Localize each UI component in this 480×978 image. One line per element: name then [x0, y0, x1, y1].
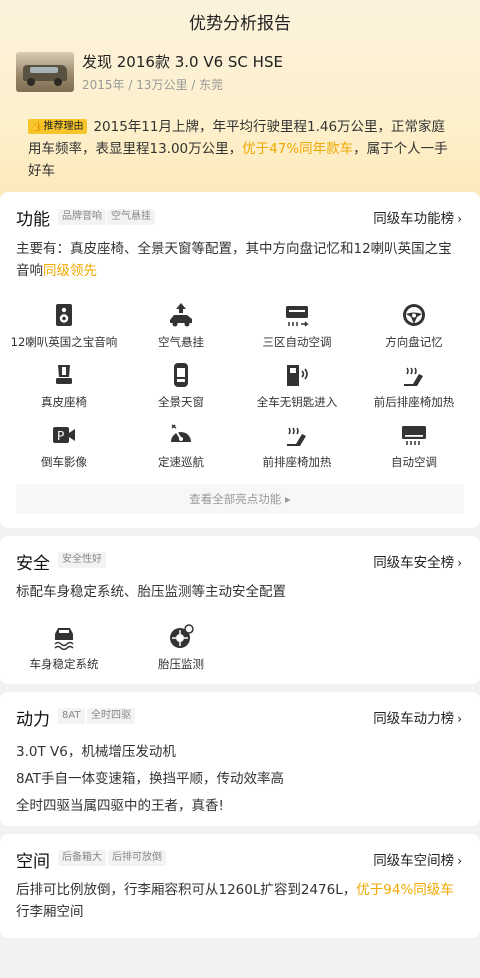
section-title: 空间 [16, 852, 50, 872]
car-meta: 2015年 / 13万公里 / 东莞 [82, 78, 224, 92]
reason-highlight: 优于47%同年款车 [242, 141, 354, 157]
tire-pressure-icon [170, 624, 194, 648]
feature-item[interactable]: 12喇叭英国之宝音响 [8, 302, 120, 350]
power-line: 全时四驱当属四驱中的王者，真香! [16, 798, 224, 814]
feature-item[interactable]: 方向盘记忆 [358, 302, 470, 350]
steering-wheel-icon [403, 304, 425, 326]
cruise-icon [171, 424, 191, 442]
air-suspension-icon [170, 303, 192, 327]
chip: 8AT [58, 708, 85, 724]
chip: 品牌音响 [58, 209, 106, 225]
chip: 安全性好 [58, 552, 106, 568]
chip: 全时四驱 [87, 708, 135, 724]
power-line: 3.0T V6，机械增压发动机 [16, 744, 176, 760]
feature-item[interactable]: 定速巡航 [125, 422, 237, 470]
speaker-icon [56, 304, 72, 326]
feature-item[interactable]: 全景天窗 [125, 362, 237, 410]
parking-camera-icon: P [53, 427, 75, 443]
climate-icon [286, 306, 309, 327]
feature-item[interactable]: 真皮座椅 [8, 362, 120, 410]
feature-item[interactable]: 空气悬挂 [125, 302, 237, 350]
car-thumbnail[interactable] [16, 52, 74, 92]
feature-item[interactable]: 自动空调 [358, 422, 470, 470]
seat-heat-icon [404, 367, 423, 386]
feature-item[interactable]: 全车无钥匙进入 [241, 362, 353, 410]
car-name: 发现 2016款 3.0 V6 SC HSE [82, 53, 283, 71]
power-card: 动力 8AT 全时四驱 同级车动力榜 › 3.0T V6，机械增压发动机 8AT手… [0, 692, 480, 826]
feature-item[interactable]: 胎压监测 [125, 624, 237, 672]
chevron-right-icon: › [457, 712, 462, 726]
function-card: 功能 品牌音响 空气悬挂 同级车功能榜 › 主要有：真皮座椅、全景天窗等配置，其中… [0, 192, 480, 528]
feature-item[interactable]: P 倒车影像 [8, 422, 120, 470]
feature-item[interactable]: 前后排座椅加热 [358, 362, 470, 410]
page-title: 优势分析报告 [189, 14, 291, 34]
show-all-features-button[interactable]: 查看全部亮点功能 ▸ [16, 484, 464, 514]
recommend-tag: 👍推荐理由 [28, 119, 88, 134]
triangle-right-icon: ▸ [284, 492, 291, 506]
function-rank-link[interactable]: 同级车功能榜 › [373, 207, 462, 227]
sunroof-icon [174, 363, 188, 387]
recommend-reason: 👍推荐理由 2015年11月上牌，年平均行驶里程1.46万公里，正常家庭用车频率，… [28, 116, 448, 182]
chip: 后排可放倒 [108, 850, 166, 866]
power-line: 8AT手自一体变速箱，换挡平顺，传动效率高 [16, 771, 285, 787]
space-card: 空间 后备箱大 后排可放倒 同级车空间榜 › 后排可比例放倒，行李厢容积可从126… [0, 834, 480, 938]
feature-item[interactable]: 车身稳定系统 [8, 624, 120, 672]
front-seat-heat-icon [287, 427, 306, 446]
space-desc: 后排可比例放倒，行李厢容积可从1260L扩容到2476L，优于94%同级车行李厢… [16, 882, 454, 920]
section-title: 动力 [16, 710, 50, 730]
function-desc: 主要有：真皮座椅、全景天窗等配置，其中方向盘记忆和12喇叭英国之宝音响同级领先 [16, 241, 452, 279]
feature-item[interactable]: 三区自动空调 [241, 302, 353, 350]
feature-item[interactable]: 前排座椅加热 [241, 422, 353, 470]
section-title: 安全 [16, 554, 50, 574]
chevron-right-icon: › [457, 212, 462, 226]
safety-rank-link[interactable]: 同级车安全榜 › [373, 551, 462, 571]
keyless-icon [287, 365, 308, 386]
chevron-right-icon: › [457, 556, 462, 570]
chevron-right-icon: › [457, 854, 462, 868]
space-rank-link[interactable]: 同级车空间榜 › [373, 849, 462, 869]
safety-card: 安全 安全性好 同级车安全榜 › 标配车身稳定系统、胎压监测等主动安全配置 车身稳… [0, 536, 480, 684]
stability-icon [54, 628, 74, 650]
svg-text:P: P [57, 429, 64, 443]
section-title: 功能 [16, 210, 50, 230]
chip: 后备箱大 [58, 850, 106, 866]
summary-header: 优势分析报告 发现 2016款 3.0 V6 SC HSE 2015年 / 13… [0, 0, 480, 205]
seat-icon [56, 365, 72, 384]
auto-ac-icon [402, 426, 426, 445]
chip: 空气悬挂 [107, 209, 155, 225]
safety-desc: 标配车身稳定系统、胎压监测等主动安全配置 [16, 584, 286, 600]
power-rank-link[interactable]: 同级车动力榜 › [373, 707, 462, 727]
